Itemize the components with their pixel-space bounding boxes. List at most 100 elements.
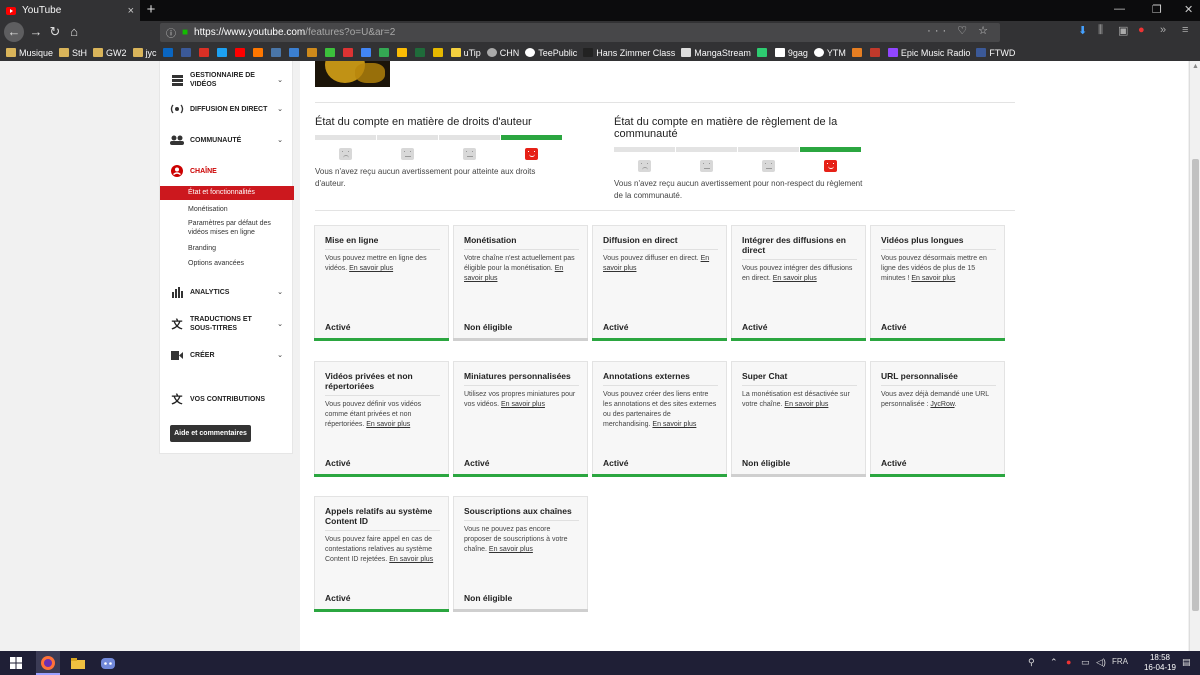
notifications-icon[interactable]: ▤	[1182, 657, 1191, 668]
bookmark-site-icon[interactable]	[288, 48, 302, 57]
back-button[interactable]: ←	[4, 22, 24, 42]
scroll-up-icon[interactable]: ▲	[1192, 63, 1199, 70]
sidebar-item-advanced[interactable]: Options avancées	[160, 259, 294, 268]
synced-tabs-icon[interactable]: »	[1160, 24, 1166, 36]
bookmark-jyc[interactable]: jyc	[132, 48, 157, 58]
learn-more-link[interactable]: En savoir plus	[489, 546, 533, 553]
site-info-icon[interactable]: ⓘ	[166, 25, 176, 40]
bookmark-youtube-icon[interactable]	[234, 48, 248, 57]
browser-tab-youtube[interactable]: YouTube ×	[0, 0, 140, 21]
bookmark-vk-icon[interactable]	[270, 48, 284, 57]
bookmark-site-icon[interactable]	[306, 48, 320, 57]
feature-card-title: Mise en ligne	[325, 235, 379, 245]
people-icon[interactable]: ⚲	[1028, 657, 1035, 668]
bookmark-mangastream[interactable]: MangaStream	[681, 48, 751, 58]
menu-icon[interactable]: ≡	[1182, 24, 1188, 36]
bookmark-linkedin-icon[interactable]	[162, 48, 176, 57]
sidebar-section-translations[interactable]: 文 TRADUCTIONS ET SOUS-TITRES ⌄	[160, 315, 294, 333]
adblock-icon[interactable]: ●	[1138, 24, 1145, 36]
new-tab-button[interactable]: +	[144, 1, 158, 18]
sidebar-item-status-features[interactable]: État et fonctionnalités	[160, 186, 294, 200]
bookmark-musique[interactable]: Musique	[6, 48, 53, 58]
bookmark-ytm[interactable]: YTM	[813, 48, 846, 58]
learn-more-link[interactable]: En savoir plus	[501, 401, 545, 408]
close-tab-icon[interactable]: ×	[128, 5, 134, 17]
bookmark-gw2[interactable]: GW2	[93, 48, 127, 58]
language-indicator[interactable]: FRA	[1112, 657, 1128, 666]
feature-card-title: Annotations externes	[603, 371, 690, 381]
antivirus-icon[interactable]: ●	[1066, 657, 1071, 667]
help-feedback-button[interactable]: Aide et commentaires	[170, 425, 251, 442]
network-icon[interactable]: ▭	[1081, 657, 1090, 668]
bookmark-chn[interactable]: CHN	[486, 48, 519, 58]
bookmark-facebook-icon[interactable]	[180, 48, 194, 57]
bookmark-site-icon[interactable]	[869, 48, 883, 57]
home-icon[interactable]: ⌂	[66, 24, 82, 40]
learn-more-link[interactable]: En savoir plus	[652, 421, 696, 428]
forward-button[interactable]: →	[28, 24, 44, 40]
sidebar-section-community[interactable]: COMMUNAUTÉ ⌄	[160, 134, 294, 146]
bookmark-site-icon[interactable]	[396, 48, 410, 57]
discord-icon[interactable]	[100, 655, 116, 671]
downloads-icon[interactable]: ⬇	[1078, 24, 1087, 37]
bookmark-sth[interactable]: StH	[59, 48, 87, 58]
reload-icon[interactable]: ↻	[47, 24, 63, 40]
sidebar-icon[interactable]: ▣	[1118, 24, 1128, 37]
bookmark-site-icon[interactable]	[342, 48, 356, 57]
learn-more-link[interactable]: En savoir plus	[349, 265, 393, 272]
file-explorer-icon[interactable]	[70, 655, 86, 671]
bookmark-soundcloud-icon[interactable]	[252, 48, 266, 57]
scrollbar-thumb[interactable]	[1192, 159, 1199, 611]
feature-card-description: Vous pouvez faire appel en cas de contes…	[325, 535, 440, 565]
channel-icon	[170, 165, 184, 177]
bookmark-epic-music-radio[interactable]: Epic Music Radio	[887, 48, 970, 58]
bookmark-twitter-icon[interactable]	[216, 48, 230, 57]
taskbar-clock[interactable]: 18:58 16-04-19	[1140, 653, 1180, 673]
page-actions-icon[interactable]: ··· ♡ ☆	[927, 24, 992, 37]
learn-more-link[interactable]: En savoir plus	[366, 421, 410, 428]
bookmark-site-icon[interactable]	[414, 48, 428, 57]
library-icon[interactable]: ⫼	[1098, 24, 1103, 37]
learn-more-link[interactable]: En savoir plus	[773, 275, 817, 282]
feature-card-title: Vidéos privées et non répertoriées	[325, 371, 413, 391]
page-scrollbar[interactable]: ▲	[1189, 61, 1200, 651]
bookmark-site-icon[interactable]	[360, 48, 374, 57]
bookmark-site-icon[interactable]	[756, 48, 770, 57]
analytics-icon	[170, 286, 184, 298]
learn-more-link[interactable]: En savoir plus	[784, 401, 828, 408]
bookmark-gmail-icon[interactable]	[198, 48, 212, 57]
url-bar[interactable]: ⓘ ■ https://www.youtube.com /features?o=…	[160, 23, 1000, 42]
sidebar-section-video-manager[interactable]: GESTIONNAIRE DE VIDÉOS ⌄	[160, 71, 294, 89]
bookmark-ftwd[interactable]: FTWD	[976, 48, 1015, 58]
bookmark-site-icon[interactable]	[851, 48, 865, 57]
bookmark-drive-icon[interactable]	[378, 48, 392, 57]
learn-more-link[interactable]: JycRow	[930, 401, 954, 408]
bookmark-hans-zimmer-class[interactable]: Hans Zimmer Class	[583, 48, 675, 58]
feature-card-description: Vous pouvez désormais mettre en ligne de…	[881, 254, 996, 284]
sidebar-section-create[interactable]: CRÉER ⌄	[160, 349, 294, 361]
chevron-down-icon: ⌄	[277, 106, 283, 113]
bookmark-utip[interactable]: uTip	[450, 48, 481, 58]
browser-nav-bar: ← → ↻ ⌂ ⓘ ■ https://www.youtube.com /fea…	[0, 21, 1200, 44]
learn-more-link[interactable]: En savoir plus	[911, 275, 955, 282]
bookmark-site-icon[interactable]	[432, 48, 446, 57]
sidebar-section-live[interactable]: DIFFUSION EN DIRECT ⌄	[160, 103, 294, 115]
restore-icon[interactable]: ❐	[1152, 3, 1162, 16]
sidebar-section-contributions[interactable]: 文 VOS CONTRIBUTIONS	[160, 393, 294, 406]
bookmark-9gag[interactable]: 9gag	[774, 48, 808, 58]
bookmark-teepublic[interactable]: TeePublic	[525, 48, 577, 58]
sidebar-item-monetisation[interactable]: Monétisation	[160, 205, 294, 214]
sidebar-section-channel[interactable]: CHAÎNE	[160, 165, 294, 177]
minimize-icon[interactable]: —	[1114, 3, 1125, 15]
close-window-icon[interactable]: ✕	[1184, 3, 1193, 16]
tray-overflow-icon[interactable]: ⌃	[1050, 657, 1058, 668]
windows-start-icon[interactable]	[8, 655, 24, 671]
feature-card-status: Activé	[464, 458, 490, 468]
sidebar-item-upload-defaults[interactable]: Paramètres par défaut des vidéos mises e…	[160, 219, 294, 237]
learn-more-link[interactable]: En savoir plus	[389, 556, 433, 563]
volume-icon[interactable]: ◁)	[1096, 657, 1106, 668]
firefox-icon[interactable]	[40, 655, 56, 671]
bookmark-site-icon[interactable]	[324, 48, 338, 57]
sidebar-item-branding[interactable]: Branding	[160, 244, 294, 253]
sidebar-section-analytics[interactable]: ANALYTICS ⌄	[160, 286, 294, 298]
